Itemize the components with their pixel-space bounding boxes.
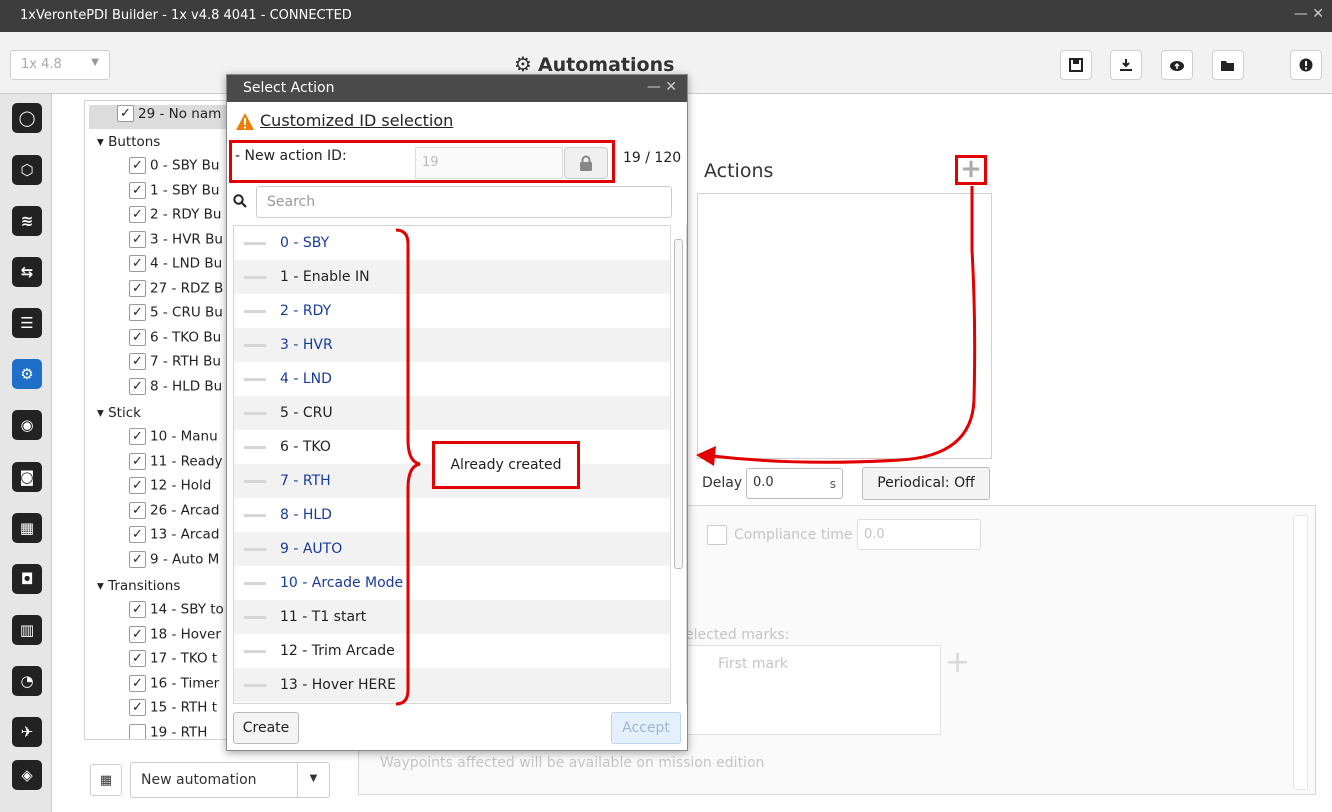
arrow-head-icon [696,446,716,466]
already-created-label: Already created [432,441,580,489]
annotation-overlay [395,186,977,706]
arrow-annotation [711,186,977,464]
brace-annotation [395,228,421,706]
